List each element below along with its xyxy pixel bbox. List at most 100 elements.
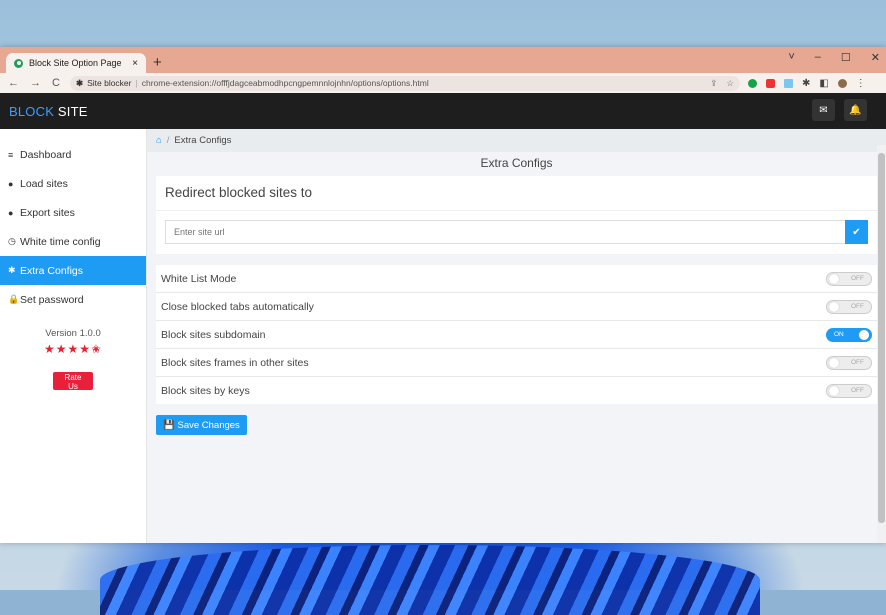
option-label: Block sites subdomain: [161, 328, 266, 341]
browser-window: Block Site Option Page × + ˅ – ☐ ✕ ← → C…: [0, 47, 886, 543]
option-label: Block sites frames in other sites: [161, 356, 309, 369]
close-window-button[interactable]: ✕: [871, 51, 880, 64]
puzzle-icon: ✱: [75, 77, 84, 88]
rate-us-button[interactable]: Rate Us: [53, 372, 93, 391]
toggle-state: OFF: [851, 359, 864, 366]
redirect-heading: Redirect blocked sites to: [156, 176, 877, 211]
new-tab-button[interactable]: +: [153, 54, 162, 71]
option-label: Close blocked tabs automatically: [161, 300, 314, 313]
block-by-keys-toggle[interactable]: OFF: [826, 383, 872, 398]
sidebar-item-label: Load sites: [20, 177, 68, 190]
breadcrumb-separator: /: [166, 135, 170, 146]
site-chip[interactable]: Site blocker: [87, 78, 131, 88]
bookmark-star-icon[interactable]: ☆: [726, 78, 734, 89]
address-url[interactable]: chrome-extension://offfjdagceabmodhpcngp…: [142, 78, 429, 88]
profile-avatar[interactable]: [837, 78, 847, 88]
version-label: Version 1.0.0: [45, 328, 101, 339]
toggle-state: ON: [834, 331, 844, 338]
check-icon: ✔: [852, 226, 861, 238]
app-layout: ≡ Dashboard ● Load sites ● Export sites …: [0, 129, 886, 543]
forward-button[interactable]: →: [30, 77, 41, 89]
home-icon[interactable]: ⌂: [156, 135, 162, 146]
sidebar-item-label: Set password: [20, 293, 84, 306]
extension-icon[interactable]: [783, 78, 793, 88]
clock-icon: ◷: [8, 236, 16, 246]
sidebar-item-load-sites[interactable]: ● Load sites: [0, 169, 146, 198]
notifications-button[interactable]: 🔔: [844, 99, 867, 121]
reload-button[interactable]: C: [52, 77, 60, 89]
lock-icon: 🔒: [8, 294, 20, 304]
brand-site: SITE: [54, 103, 88, 119]
option-label: Block sites by keys: [161, 384, 250, 397]
extensions-area: ✱ ◧ ⋮: [747, 78, 866, 89]
tab-strip: Block Site Option Page × + ˅ – ☐ ✕: [0, 47, 886, 73]
option-label: White List Mode: [161, 272, 237, 285]
window-controls: ˅ – ☐ ✕: [788, 51, 880, 64]
option-block-subdomain: Block sites subdomain ON: [156, 321, 877, 349]
puzzle-extensions-icon[interactable]: ✱: [802, 78, 810, 89]
option-block-frames: Block sites frames in other sites OFF: [156, 349, 877, 377]
extension-badge-icon[interactable]: [765, 78, 775, 88]
maximize-button[interactable]: ☐: [841, 51, 851, 64]
download-circle-icon: ●: [8, 207, 14, 218]
app-logo: BLOCK SITE: [9, 104, 88, 119]
shield-icon: [14, 58, 23, 68]
sidebar-item-extra-configs[interactable]: ✱ Extra Configs: [0, 256, 146, 285]
options-list: White List Mode OFF Close blocked tabs a…: [156, 265, 877, 404]
toggle-state: OFF: [851, 303, 864, 310]
minimize-button[interactable]: –: [815, 51, 821, 64]
address-separator: |: [135, 78, 138, 88]
toggle-knob: [829, 301, 839, 312]
sidebar-item-export-sites[interactable]: ● Export sites: [0, 198, 146, 227]
grammarly-icon[interactable]: [747, 78, 757, 88]
wallpaper-swirl: [100, 545, 760, 615]
sidebar-item-label: Export sites: [20, 206, 75, 219]
close-blocked-tabs-toggle[interactable]: OFF: [826, 299, 872, 314]
page-title: Extra Configs: [480, 156, 553, 170]
sidebar-item-white-time-config[interactable]: ◷ White time config: [0, 227, 146, 256]
list-icon: ≡: [8, 149, 14, 160]
toggle-knob: [829, 385, 839, 396]
redirect-url-input[interactable]: [165, 220, 845, 244]
mail-button[interactable]: ✉: [812, 99, 835, 121]
scrollbar-thumb[interactable]: [878, 153, 885, 523]
tab-search-button[interactable]: ˅: [788, 51, 794, 64]
back-button[interactable]: ←: [8, 77, 19, 89]
rating-stars-icon: ★★★★✬: [43, 342, 103, 356]
browser-tab[interactable]: Block Site Option Page ×: [6, 53, 146, 73]
option-close-blocked-tabs: Close blocked tabs automatically OFF: [156, 293, 877, 321]
option-white-list-mode: White List Mode OFF: [156, 265, 877, 293]
toggle-state: OFF: [851, 275, 864, 282]
page-scrollbar[interactable]: [877, 145, 886, 543]
sidepanel-icon[interactable]: ◧: [819, 78, 828, 89]
toggle-knob: [859, 329, 869, 340]
floppy-icon: 💾: [163, 419, 175, 431]
tab-close-button[interactable]: ×: [132, 58, 138, 69]
block-subdomain-toggle[interactable]: ON: [826, 327, 872, 342]
toggle-knob: [829, 357, 839, 368]
omnibox[interactable]: ✱ Site blocker | chrome-extension://offf…: [69, 75, 740, 91]
brand-block: BLOCK: [9, 103, 55, 119]
menu-kebab-icon[interactable]: ⋮: [856, 78, 866, 89]
nav-buttons: ← → C: [8, 77, 60, 89]
sidebar-item-dashboard[interactable]: ≡ Dashboard: [0, 129, 146, 169]
sidebar-item-label: Extra Configs: [20, 264, 84, 277]
toggle-knob: [829, 273, 839, 284]
share-icon[interactable]: ⇪: [710, 78, 717, 89]
redirect-url-row: ✔: [156, 211, 877, 254]
sidebar-item-label: Dashboard: [20, 148, 72, 161]
sidebar: ≡ Dashboard ● Load sites ● Export sites …: [0, 129, 147, 543]
save-changes-button[interactable]: 💾 Save Changes: [156, 415, 247, 435]
breadcrumb: ⌂ / Extra Configs: [147, 129, 886, 152]
sidebar-item-set-password[interactable]: 🔒 Set password: [0, 285, 146, 314]
block-frames-toggle[interactable]: OFF: [826, 355, 872, 370]
main-content: ⌂ / Extra Configs Extra Configs Redirect…: [147, 129, 886, 543]
white-list-mode-toggle[interactable]: OFF: [826, 271, 872, 286]
save-label: Save Changes: [177, 419, 240, 431]
envelope-icon: ✉: [819, 104, 828, 116]
omnibox-actions: ⇪ ☆: [710, 78, 734, 89]
option-block-by-keys: Block sites by keys OFF: [156, 377, 877, 404]
app-header: BLOCK SITE ✉ 🔔: [0, 93, 886, 129]
redirect-submit-button[interactable]: ✔: [845, 220, 868, 244]
address-toolbar: ← → C ✱ Site blocker | chrome-extension:…: [0, 73, 886, 93]
